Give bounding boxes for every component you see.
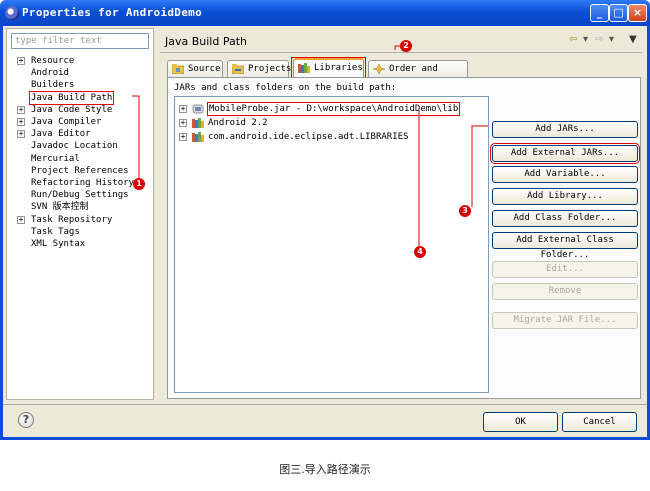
figure-caption: 图三.导入路径演示: [279, 463, 371, 476]
annotation-marker-3: 3: [459, 205, 471, 217]
annotation-marker-4: 4: [414, 246, 426, 258]
annotation-marker-2: 2: [400, 40, 412, 52]
annotation-line-3: [471, 125, 488, 207]
annotation-marker-1: 1: [133, 178, 145, 190]
annotation-line-1: [132, 95, 140, 178]
annotation-lines: [132, 45, 488, 247]
